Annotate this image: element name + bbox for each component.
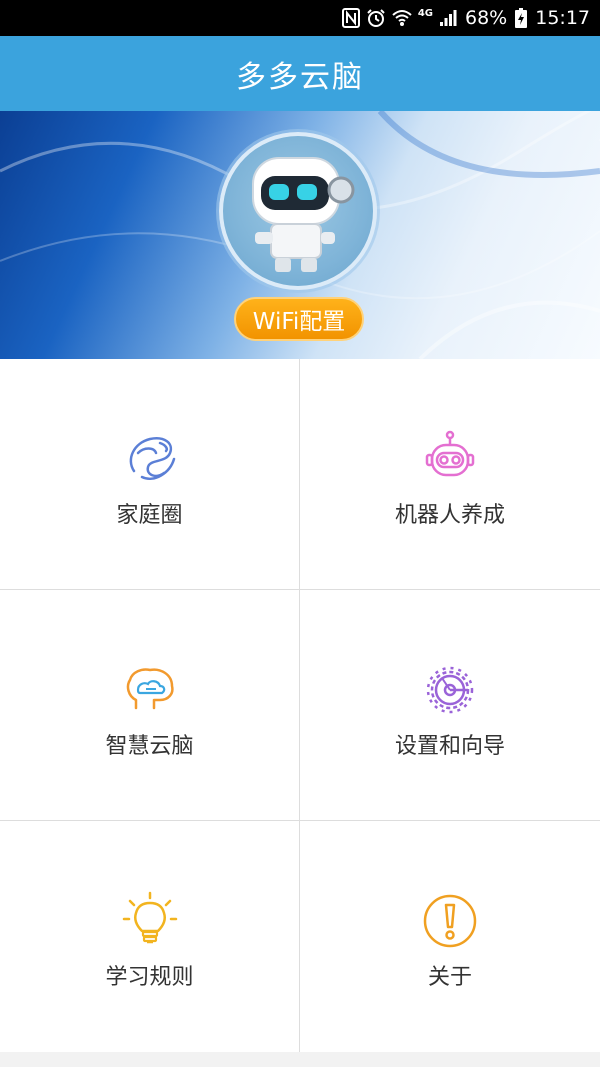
menu-item-label: 设置和向导 (394, 734, 505, 759)
cellular-signal-icon (440, 10, 457, 26)
cloud-brain-icon (126, 668, 174, 710)
info-exclamation-icon (423, 894, 477, 948)
menu-item-label: 学习规则 (105, 965, 194, 990)
status-bar: 4G 68% 15:17 (0, 0, 600, 36)
wifi-icon (392, 10, 412, 26)
robot-illustration (252, 157, 355, 272)
status-icons: 4G (341, 7, 457, 28)
family-circle-icon (129, 437, 175, 480)
battery-percent: 68% (465, 7, 508, 29)
robot-avatar[interactable] (219, 132, 377, 290)
alarm-icon (367, 9, 385, 27)
nfc-icon (341, 8, 360, 28)
robot-icon (425, 430, 475, 477)
menu-item-label: 智慧云脑 (105, 734, 194, 759)
gear-icon (426, 666, 474, 714)
menu-item-family-circle[interactable]: 家庭圈 (0, 359, 300, 590)
menu-item-learning-rules[interactable]: 学习规则 (0, 821, 300, 1052)
menu-item-settings-wizard[interactable]: 设置和向导 (300, 590, 600, 821)
page-title: 多多云脑 (236, 59, 364, 95)
menu-item-label: 机器人养成 (394, 503, 505, 528)
app-bar: 多多云脑 (0, 36, 600, 111)
wifi-config-button[interactable]: WiFi配置 (234, 297, 364, 341)
menu-item-robot-training[interactable]: 机器人养成 (300, 359, 600, 590)
menu-grid: 家庭圈 机器人养成 智慧云脑 设置和向导 学习规则 关于 (0, 359, 600, 1052)
network-type: 4G (417, 7, 433, 19)
battery-charging-icon (515, 8, 528, 28)
lightbulb-icon (122, 891, 177, 944)
menu-item-about[interactable]: 关于 (300, 821, 600, 1052)
menu-item-label: 家庭圈 (116, 503, 183, 528)
clock: 15:17 (535, 7, 590, 29)
bottom-spacer (0, 1052, 600, 1067)
menu-item-label: 关于 (427, 965, 472, 990)
menu-item-cloud-brain[interactable]: 智慧云脑 (0, 590, 300, 821)
